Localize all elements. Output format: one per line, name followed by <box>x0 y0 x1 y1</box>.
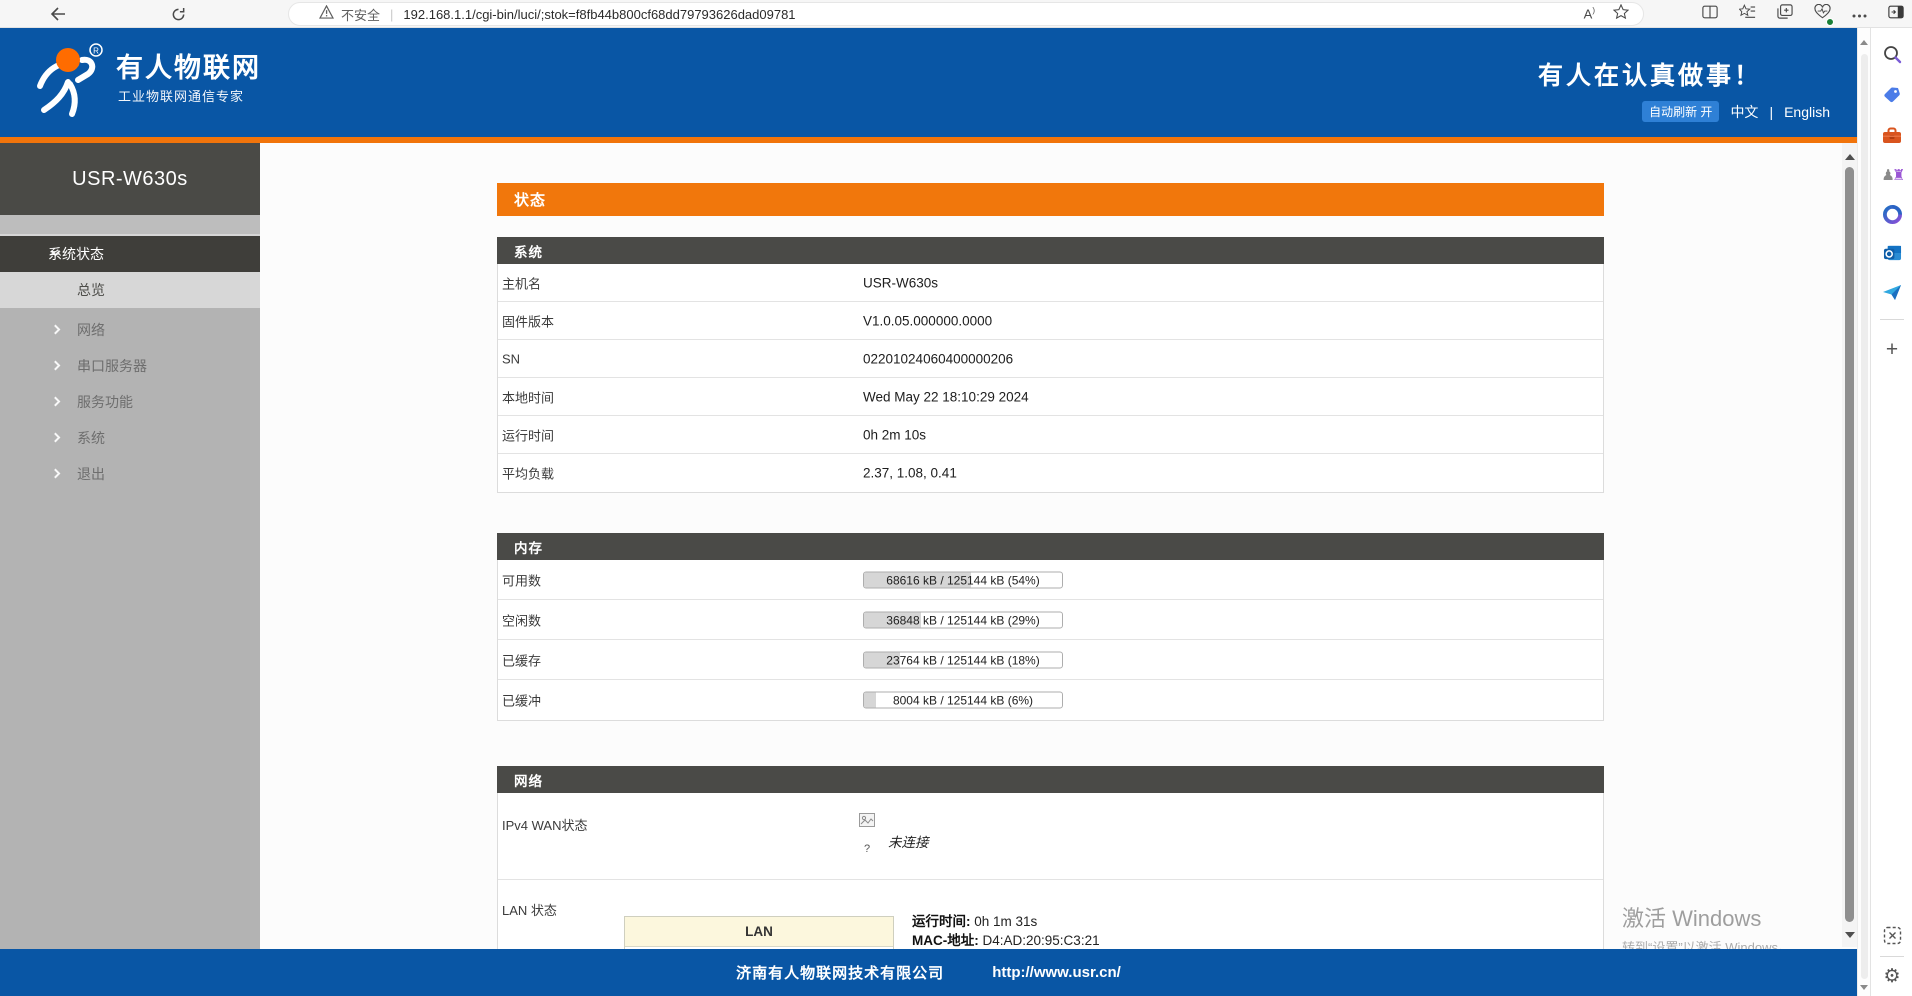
page-scrollbar[interactable] <box>1842 143 1857 947</box>
table-row: 已缓冲 8004 kB / 125144 kB (6%) <box>498 680 1603 720</box>
sidebar-item-system[interactable]: 系统 <box>0 420 260 456</box>
table-row: 已缓存 23764 kB / 125144 kB (18%) <box>498 640 1603 680</box>
favorites-bar-icon[interactable] <box>1739 4 1756 24</box>
scroll-up-icon[interactable] <box>1845 154 1855 160</box>
chevron-right-icon <box>51 397 61 407</box>
lan-info: 运行时间: 0h 1m 31s MAC-地址: D4:AD:20:95:C3:2… <box>912 912 1100 950</box>
memory-table: 可用数 68616 kB / 125144 kB (54%) 空闲数 36848… <box>497 560 1604 721</box>
page-footer: 济南有人物联网技术有限公司 http://www.usr.cn/ <box>0 949 1857 996</box>
section-heading-system: 系统 <box>497 237 1604 264</box>
refresh-icon[interactable] <box>164 0 192 28</box>
footer-company: 济南有人物联网技术有限公司 <box>736 962 944 983</box>
svg-text:R: R <box>93 47 99 56</box>
scrollbar-thumb[interactable] <box>1861 54 1868 979</box>
table-row: 空闲数 36848 kB / 125144 kB (29%) <box>498 600 1603 640</box>
app-header: R 有人物联网 工业物联网通信专家 有人在认真做事！ 自动刷新 开 中文 | E… <box>0 28 1857 137</box>
page-title: 状态 <box>497 183 1604 216</box>
collections-icon[interactable] <box>1777 4 1793 24</box>
more-options-icon[interactable] <box>1852 5 1867 23</box>
browser-toolbar: 不安全 | 192.168.1.1/cgi-bin/luci/;stok=f8f… <box>0 0 1912 28</box>
split-screen-icon[interactable] <box>1702 5 1718 24</box>
section-heading-memory: 内存 <box>497 533 1604 560</box>
auto-refresh-toggle[interactable]: 自动刷新 开 <box>1642 101 1719 122</box>
scroll-up-icon[interactable] <box>1860 40 1868 45</box>
sidebar-item-network[interactable]: 网络 <box>0 312 260 348</box>
memory-progress-bar: 8004 kB / 125144 kB (6%) <box>863 692 1063 709</box>
lan-box-title: LAN <box>625 917 893 947</box>
screen: 不安全 | 192.168.1.1/cgi-bin/luci/;stok=f8f… <box>0 0 1912 996</box>
back-icon[interactable] <box>44 0 72 28</box>
table-row: 本地时间 Wed May 22 18:10:29 2024 <box>498 378 1603 416</box>
lang-separator: | <box>1769 104 1773 120</box>
memory-progress-bar: 23764 kB / 125144 kB (18%) <box>863 651 1063 668</box>
windows-activation-watermark: 激活 Windows 转到“设置”以激活 Windows。 <box>1622 901 1791 956</box>
favorite-star-icon[interactable] <box>1613 4 1629 24</box>
address-bar[interactable]: 不安全 | 192.168.1.1/cgi-bin/luci/;stok=f8f… <box>288 2 1644 26</box>
chevron-right-icon <box>51 361 61 371</box>
games-icon[interactable]: ♟♜ <box>1871 163 1912 187</box>
lan-status-row: LAN 状态 LAN 运行时间: 0h 1m 31s MAC-地址: D4:AD… <box>498 880 1603 955</box>
system-table: 主机名 USR-W630s 固件版本 V1.0.05.000000.0000 S… <box>497 264 1604 493</box>
sidebar-item-logout[interactable]: 退出 <box>0 456 260 492</box>
network-table: IPv4 WAN状态 ? 未连接 LAN 状态 LAN 运行时间: 0h 1m … <box>497 793 1604 956</box>
warning-icon <box>319 5 334 24</box>
sidebar: USR-W630s 系统状态 总览 网络 串口服务器 服务功能 系统 退出 <box>0 143 260 949</box>
snip-icon[interactable] <box>1871 923 1912 947</box>
edge-sidebar-rail: ♟♜ + ⚙ <box>1870 28 1912 996</box>
memory-progress-bar: 68616 kB / 125144 kB (54%) <box>863 571 1063 588</box>
toolbox-icon[interactable] <box>1871 123 1912 147</box>
table-row: 平均负载 2.37, 1.08, 0.41 <box>498 454 1603 492</box>
usr-logo: R <box>30 40 116 129</box>
table-row: 运行时间 0h 2m 10s <box>498 416 1603 454</box>
search-icon[interactable] <box>1871 42 1912 66</box>
chevron-right-icon <box>51 433 61 443</box>
sidebar-toggle-icon[interactable] <box>1888 5 1904 24</box>
section-heading-network: 网络 <box>497 766 1604 793</box>
table-row: 主机名 USR-W630s <box>498 264 1603 302</box>
rail-divider <box>1880 956 1904 957</box>
device-name: USR-W630s <box>0 143 260 215</box>
brand-subtitle: 工业物联网通信专家 <box>118 86 244 105</box>
table-row: SN 02201024060400000206 <box>498 340 1603 378</box>
chevron-right-icon <box>51 469 61 479</box>
wan-fallback-text: ? <box>864 843 870 855</box>
memory-progress-bar: 36848 kB / 125144 kB (29%) <box>863 611 1063 628</box>
settings-gear-icon[interactable]: ⚙ <box>1871 964 1912 988</box>
lang-en-link[interactable]: English <box>1784 104 1830 120</box>
url-text[interactable]: 192.168.1.1/cgi-bin/luci/;stok=f8fb44b80… <box>403 7 1583 22</box>
scrollbar-thumb[interactable] <box>1845 167 1854 922</box>
lang-zh-link[interactable]: 中文 <box>1730 102 1758 122</box>
read-aloud-icon[interactable]: A) <box>1584 6 1595 21</box>
table-row: 可用数 68616 kB / 125144 kB (54%) <box>498 560 1603 600</box>
sidebar-item-serial-server[interactable]: 串口服务器 <box>0 348 260 384</box>
security-label: 不安全 <box>341 5 380 24</box>
wan-status-text: 未连接 <box>888 831 929 851</box>
browser-essentials-icon[interactable] <box>1814 4 1831 24</box>
add-sidebar-item-icon[interactable]: + <box>1871 338 1912 362</box>
browser-scrollbar[interactable] <box>1857 28 1870 996</box>
brand-title: 有人物联网 <box>116 46 261 85</box>
main-content: 状态 系统 主机名 USR-W630s 固件版本 V1.0.05.000000.… <box>260 143 1857 949</box>
drop-plane-icon[interactable] <box>1871 280 1912 304</box>
sidebar-item-overview[interactable]: 总览 <box>0 272 260 308</box>
sidebar-item-system-status[interactable]: 系统状态 <box>0 236 260 272</box>
scroll-down-icon[interactable] <box>1860 985 1868 990</box>
address-separator: | <box>390 7 393 22</box>
rail-divider <box>1880 319 1904 320</box>
table-row: 固件版本 V1.0.05.000000.0000 <box>498 302 1603 340</box>
sidebar-divider <box>0 215 260 236</box>
broken-image-icon <box>859 813 875 832</box>
wan-status-row: IPv4 WAN状态 ? 未连接 <box>498 793 1603 880</box>
header-slogan: 有人在认真做事！ <box>1538 56 1762 92</box>
outlook-icon[interactable] <box>1871 241 1912 265</box>
footer-website-link[interactable]: http://www.usr.cn/ <box>992 964 1121 981</box>
microsoft365-icon[interactable] <box>1871 202 1912 226</box>
chevron-right-icon <box>51 325 61 335</box>
shopping-tag-icon[interactable] <box>1871 83 1912 107</box>
sidebar-item-services[interactable]: 服务功能 <box>0 384 260 420</box>
scroll-down-icon[interactable] <box>1845 932 1855 938</box>
